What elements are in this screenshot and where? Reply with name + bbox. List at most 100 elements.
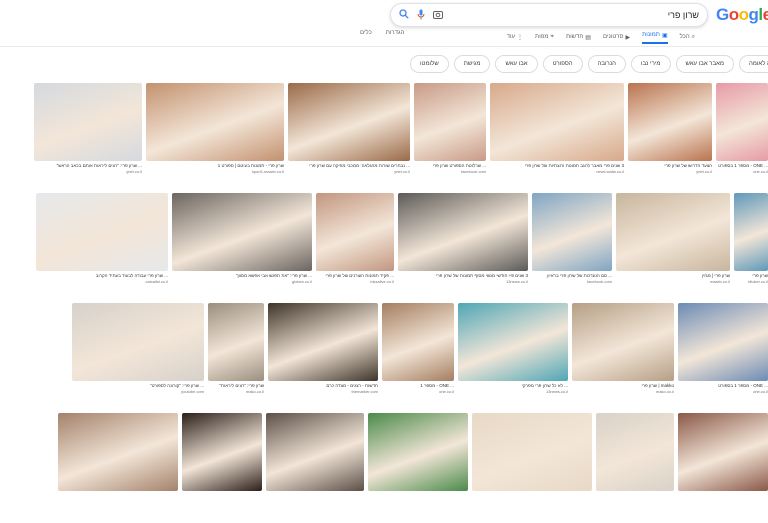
related-chip[interactable]: הספורט <box>542 55 583 73</box>
result-thumbnail[interactable] <box>678 303 768 381</box>
result-source: globes.co.il <box>291 279 312 284</box>
tab-label: סרטונים <box>602 34 624 40</box>
result-thumbnail[interactable] <box>172 193 312 271</box>
search-box[interactable] <box>390 3 708 27</box>
image-result[interactable]: שרון פרי blloker.co.il <box>734 193 768 285</box>
related-chip[interactable]: מאבר אבו עאש <box>675 55 734 73</box>
image-result[interactable]: שרון פרי - תמונות בעיגום | ספורט 1 sport1… <box>146 83 284 175</box>
image-result[interactable]: ... ONE - מספר 1 one.co.il <box>382 303 454 395</box>
tab-images[interactable]: ▣ תמונות <box>642 30 668 44</box>
related-chip[interactable]: מגישת <box>453 55 491 73</box>
tab-label: מפות <box>535 34 549 40</box>
result-thumbnail[interactable] <box>472 413 592 491</box>
image-result[interactable]: שרון פרי | מגזין maariv.co.il <box>616 193 730 285</box>
tab-more[interactable]: ⋮ עוד <box>507 30 523 44</box>
result-thumbnail[interactable] <box>58 413 178 491</box>
result-thumbnail[interactable] <box>382 303 454 381</box>
image-result[interactable]: ... שרלוטת הספורט שרון פרי facebook.com <box>414 83 486 175</box>
image-result[interactable]: שרון פרי: "רצים ליראות" mako.co.il <box>208 303 264 395</box>
result-thumbnail[interactable] <box>398 193 528 271</box>
result-thumbnail[interactable] <box>288 83 410 161</box>
result-thumbnail[interactable] <box>368 413 468 491</box>
image-result[interactable] <box>596 413 674 505</box>
image-result[interactable]: הצעד הדרוש של שרון פרי ynet.co.il <box>628 83 712 175</box>
image-result[interactable]: ... נבחרים שורות מהגלאה: ממכבי מוזיקה עם… <box>288 83 410 175</box>
related-chip[interactable]: שלומטו <box>410 55 449 73</box>
image-result[interactable]: ... שרון פרי: "את תפגש אבי אפשא מסוון" gl… <box>172 193 312 285</box>
result-thumbnail[interactable] <box>316 193 394 271</box>
microphone-icon[interactable] <box>414 7 428 21</box>
result-thumbnail[interactable] <box>572 303 674 381</box>
image-result[interactable] <box>472 413 592 505</box>
image-result[interactable]: ... ONE - מספר 1 בספורט one.co.il <box>716 83 768 175</box>
tab-all[interactable]: ⌕ הכל <box>680 30 695 44</box>
result-thumbnail[interactable] <box>490 83 624 161</box>
search-tabs: ⌕ הכל ▣ תמונות ▶ סרטונים ▤ חדשות ⌖ מפות ⋮ עוד <box>395 30 695 44</box>
result-source: themarker.com <box>351 389 378 394</box>
result-thumbnail[interactable] <box>678 413 768 491</box>
result-source: one.co.il <box>753 169 768 174</box>
result-thumbnail[interactable] <box>596 413 674 491</box>
result-thumbnail[interactable] <box>716 83 768 161</box>
image-result[interactable]: ... פקיד תמונות הוצרנים של שרון פרי mkzal… <box>316 193 394 285</box>
search-icon[interactable] <box>397 7 411 21</box>
tab-label: הכל <box>679 34 690 40</box>
image-result[interactable]: 3 שנים פרי מאבר להגב תמונות ורוצתיות של … <box>490 83 624 175</box>
tab-maps[interactable]: ⌖ מפות <box>535 30 554 44</box>
result-source <box>182 499 262 505</box>
image-result[interactable]: ... סם הנעדכות של שרון פרי בראיון faceboo… <box>532 193 612 285</box>
result-thumbnail[interactable] <box>616 193 730 271</box>
related-chip[interactable]: אבו עאש <box>495 55 538 73</box>
tab-videos[interactable]: ▶ סרטונים <box>603 30 630 44</box>
result-thumbnail[interactable] <box>146 83 284 161</box>
image-icon: ▣ <box>661 32 668 39</box>
result-source: maariv.co.il <box>710 279 730 284</box>
result-thumbnail[interactable] <box>734 193 768 271</box>
result-thumbnail[interactable] <box>36 193 168 271</box>
search-input[interactable] <box>499 7 699 22</box>
image-result[interactable] <box>368 413 468 505</box>
map-pin-icon: ⌖ <box>550 33 554 40</box>
related-chip[interactable]: מירי נבו <box>630 55 671 73</box>
related-chip[interactable]: הנרובה <box>587 55 626 73</box>
image-result[interactable] <box>266 413 364 505</box>
image-result[interactable]: חדשות - רצגים - מצדה כרם themarker.com <box>268 303 378 395</box>
tab-label: עוד <box>506 34 516 40</box>
result-thumbnail[interactable] <box>268 303 378 381</box>
result-thumbnail[interactable] <box>72 303 204 381</box>
result-thumbnail[interactable] <box>414 83 486 161</box>
related-chip[interactable]: דיגלה לאומה <box>738 55 768 73</box>
result-thumbnail[interactable] <box>628 83 712 161</box>
image-result[interactable]: 3 שנים 9+ חודשי מגשי מסוף תמונות של שרון… <box>398 193 528 285</box>
result-thumbnail[interactable] <box>34 83 142 161</box>
image-result[interactable]: ... לא כל שרון פרי מפרקי 13news.co.il <box>458 303 568 395</box>
settings-link[interactable]: הגדרות <box>386 30 405 36</box>
result-source: mako.co.il <box>655 389 674 394</box>
tab-news[interactable]: ▤ חדשות <box>566 30 591 44</box>
result-thumbnail[interactable] <box>532 193 612 271</box>
result-row <box>0 413 768 523</box>
image-result[interactable]: makko | שרון פרי mako.co.il <box>572 303 674 395</box>
camera-icon[interactable] <box>431 7 445 21</box>
google-logo[interactable]: Google <box>716 5 768 25</box>
image-result[interactable] <box>182 413 262 505</box>
result-thumbnail[interactable] <box>266 413 364 491</box>
image-result[interactable]: ... ONE - מספר 1 בספורט one.co.il <box>678 303 768 395</box>
image-result[interactable]: ... שרון פרי: "קורונה לספורט" youtube.com <box>72 303 204 395</box>
result-thumbnail[interactable] <box>458 303 568 381</box>
header-divider <box>0 46 768 47</box>
result-source: one.co.il <box>753 389 768 394</box>
result-source: ynet.co.il <box>696 169 712 174</box>
tools-link[interactable]: כלים <box>360 30 372 36</box>
image-result[interactable] <box>678 413 768 505</box>
result-source: blloker.co.il <box>748 279 768 284</box>
image-result[interactable] <box>58 413 178 505</box>
result-thumbnail[interactable] <box>182 413 262 491</box>
video-icon: ▶ <box>625 34 631 41</box>
result-row: שרון פרי blloker.co.il שרון פרי | מגזין maa… <box>0 193 768 303</box>
result-source: ynet.co.il <box>126 169 142 174</box>
image-result[interactable]: ... שרון פרי: "רצים ליראות אותם בכאב הרא… <box>34 83 142 175</box>
image-result[interactable]: ... שרון פרי עבודה לבעוד בעתיד הקרוב calc… <box>36 193 168 285</box>
image-results-grid: ... ONE - מספר 1 בספורט one.co.il הצעד הדר… <box>0 83 768 523</box>
result-thumbnail[interactable] <box>208 303 264 381</box>
